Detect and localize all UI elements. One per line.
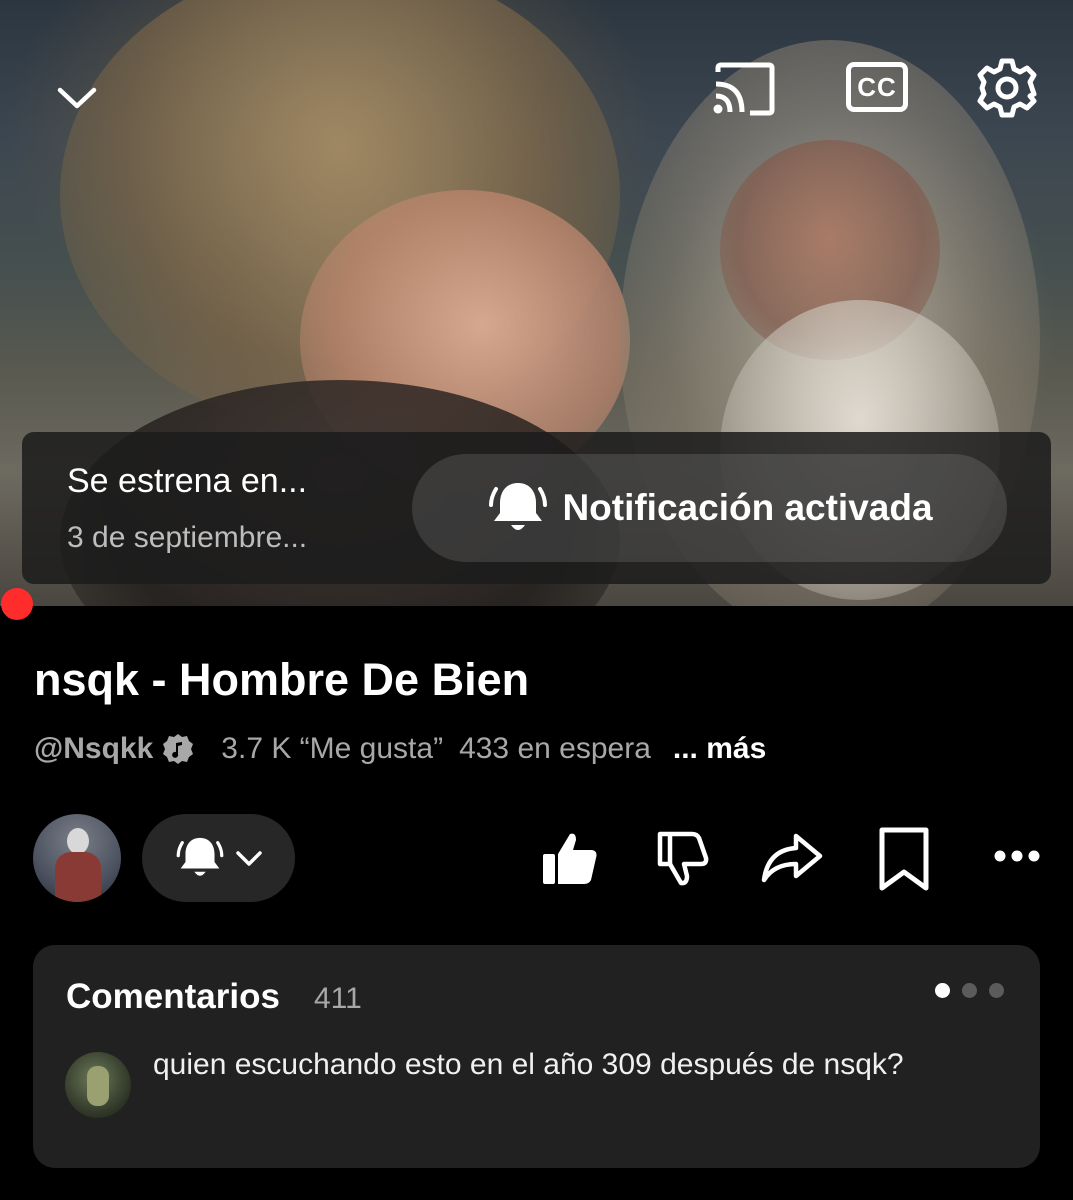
video-meta-row[interactable]: @Nsqkk 3.7 K “Me gusta” 433 en espera ..… <box>34 729 766 769</box>
page-dot-active <box>935 983 950 998</box>
page-dot <box>962 983 977 998</box>
action-row <box>0 812 1073 904</box>
comments-title: Comentarios <box>66 977 280 1016</box>
chevron-down-icon[interactable] <box>54 82 100 114</box>
notification-active-label: Notificación activada <box>562 487 933 528</box>
cast-icon[interactable] <box>712 62 778 116</box>
premiere-date: 3 de septiembre... <box>67 521 308 554</box>
video-player[interactable]: CC Se estrena en... 3 de septiembre... N… <box>0 0 1073 606</box>
premiere-title: Se estrena en... <box>67 462 308 500</box>
avatar-figure-body <box>55 852 101 902</box>
comments-page-indicator <box>935 983 1004 998</box>
channel-avatar[interactable] <box>33 814 121 902</box>
gear-icon[interactable] <box>975 56 1039 120</box>
cc-label: CC <box>857 71 897 102</box>
thumbs-down-icon[interactable] <box>652 828 712 888</box>
cc-icon[interactable]: CC <box>846 62 908 112</box>
premiere-card: Se estrena en... 3 de septiembre... Noti… <box>22 432 1051 584</box>
music-verified-badge-icon <box>163 734 194 764</box>
waiting-count: 433 en espera <box>459 732 651 765</box>
comments-card[interactable]: Comentarios 411 quien escuchando esto en… <box>33 945 1040 1168</box>
progress-scrubber[interactable] <box>1 588 33 620</box>
share-arrow-icon[interactable] <box>760 828 824 888</box>
commenter-avatar-figure <box>87 1066 109 1106</box>
commenter-avatar <box>65 1052 131 1118</box>
more-horizontal-icon[interactable] <box>992 846 1042 866</box>
notification-active-button[interactable]: Notificación activada <box>412 454 1007 562</box>
comments-count: 411 <box>314 982 362 1015</box>
video-title: nsqk - Hombre De Bien <box>34 654 530 705</box>
subscription-bell-button[interactable] <box>142 814 295 902</box>
likes-count: 3.7 K “Me gusta” <box>221 732 444 765</box>
thumbs-up-filled-icon[interactable] <box>540 828 600 888</box>
bell-ringing-icon <box>489 483 548 530</box>
bell-ringing-icon <box>176 837 223 876</box>
bookmark-icon[interactable] <box>876 826 932 892</box>
channel-handle[interactable]: @Nsqkk <box>34 732 153 766</box>
more-description-link[interactable]: ... más <box>673 732 766 766</box>
page-dot <box>989 983 1004 998</box>
avatar-figure-head <box>67 828 89 854</box>
chevron-down-icon <box>235 851 262 866</box>
top-comment-text: quien escuchando esto en el año 309 desp… <box>153 1048 904 1081</box>
